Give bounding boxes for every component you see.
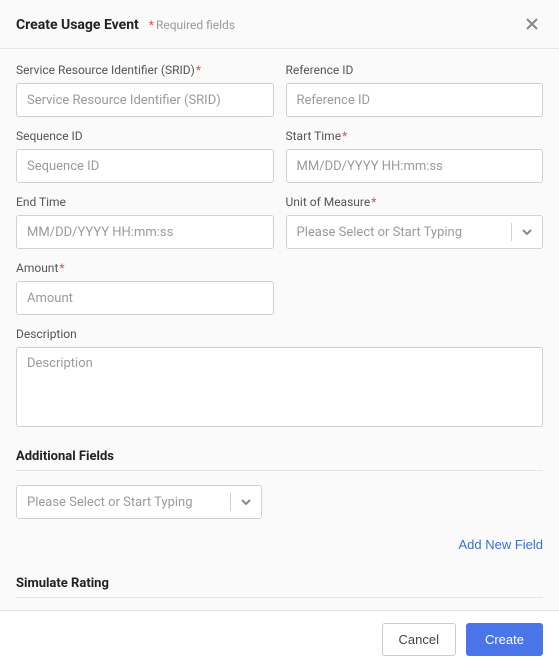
field-amount: Amount*	[16, 261, 274, 315]
select-additional-field[interactable]: Please Select or Start Typing	[16, 485, 262, 519]
select-uom[interactable]: Please Select or Start Typing	[286, 215, 544, 249]
form-grid: Service Resource Identifier (SRID)* Refe…	[16, 63, 543, 427]
input-reference-id[interactable]	[286, 83, 544, 117]
label-amount: Amount*	[16, 261, 274, 275]
label-start-time: Start Time*	[286, 129, 544, 143]
field-start-time: Start Time*	[286, 129, 544, 183]
create-button[interactable]: Create	[466, 623, 543, 656]
field-srid: Service Resource Identifier (SRID)*	[16, 63, 274, 117]
label-srid: Service Resource Identifier (SRID)*	[16, 63, 274, 77]
chevron-down-icon	[239, 495, 253, 509]
header-left: Create Usage Event *Required fields	[16, 17, 235, 33]
field-description: Description	[16, 327, 543, 427]
modal-title: Create Usage Event	[16, 17, 139, 33]
add-new-field-button[interactable]: Add New Field	[458, 535, 543, 554]
divider-additional-fields	[16, 470, 543, 471]
input-start-time[interactable]	[286, 149, 544, 183]
select-divider	[230, 493, 231, 511]
label-reference-id: Reference ID	[286, 63, 544, 77]
form-body: Service Resource Identifier (SRID)* Refe…	[0, 49, 559, 610]
modal-footer: Cancel Create	[0, 610, 559, 668]
select-uom-placeholder: Please Select or Start Typing	[297, 225, 463, 240]
label-description: Description	[16, 327, 543, 341]
label-uom: Unit of Measure*	[286, 195, 544, 209]
label-sequence-id: Sequence ID	[16, 129, 274, 143]
close-button[interactable]	[521, 14, 543, 36]
input-srid[interactable]	[16, 83, 274, 117]
section-simulate-rating-title: Simulate Rating	[16, 576, 543, 591]
cancel-button[interactable]: Cancel	[382, 623, 456, 656]
label-end-time: End Time	[16, 195, 274, 209]
input-amount[interactable]	[16, 281, 274, 315]
additional-fields-select-wrap: Please Select or Start Typing	[16, 485, 262, 519]
chevron-down-icon	[520, 225, 534, 239]
textarea-description[interactable]	[16, 347, 543, 427]
input-sequence-id[interactable]	[16, 149, 274, 183]
field-sequence-id: Sequence ID	[16, 129, 274, 183]
close-icon	[525, 17, 539, 31]
required-fields-note: *Required fields	[149, 18, 235, 32]
select-divider	[511, 223, 512, 241]
input-end-time[interactable]	[16, 215, 274, 249]
divider-simulate-rating	[16, 597, 543, 598]
modal-header: Create Usage Event *Required fields	[0, 0, 559, 49]
section-additional-fields-title: Additional Fields	[16, 449, 543, 464]
select-additional-placeholder: Please Select or Start Typing	[27, 495, 193, 510]
add-new-field-row: Add New Field	[16, 535, 543, 554]
field-reference-id: Reference ID	[286, 63, 544, 117]
field-uom: Unit of Measure* Please Select or Start …	[286, 195, 544, 249]
field-end-time: End Time	[16, 195, 274, 249]
